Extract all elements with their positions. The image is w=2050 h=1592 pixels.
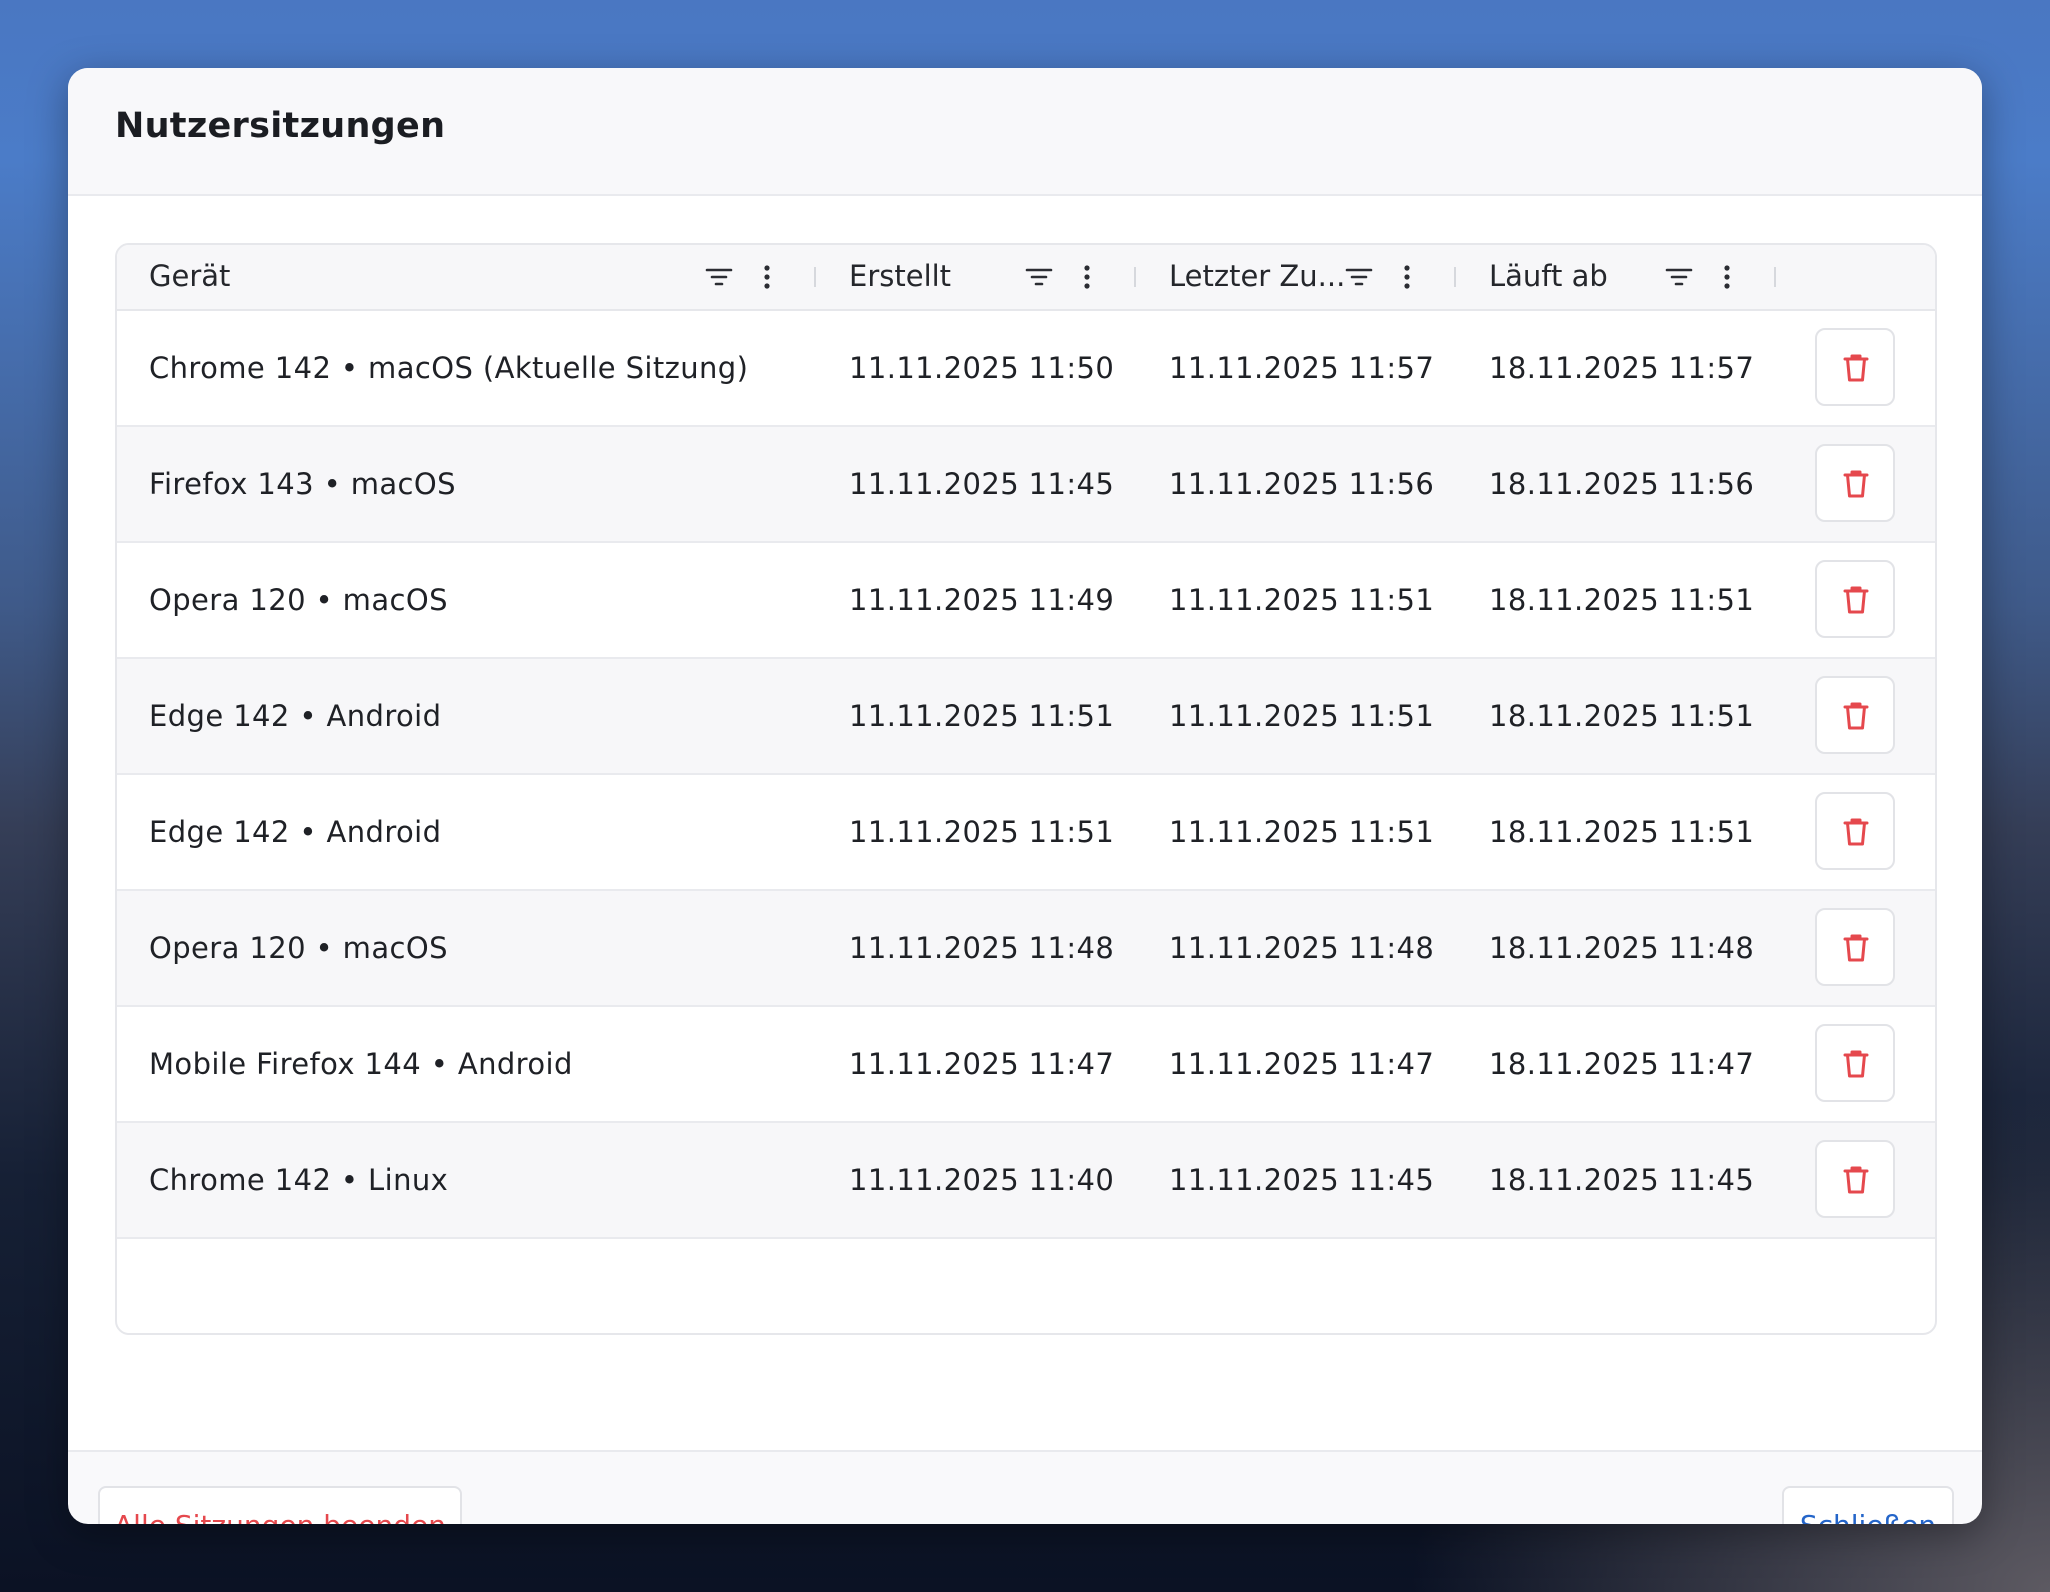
cell-device: Mobile Firefox 144 • Android [149,1047,573,1081]
close-button[interactable]: Schließen [1782,1486,1954,1524]
dialog-header: Nutzersitzungen [68,68,1982,196]
more-vertical-icon[interactable] [751,261,783,293]
cell-expires: 18.11.2025 11:51 [1489,583,1755,617]
cell-created: 11.11.2025 11:49 [849,583,1115,617]
cell-created: 11.11.2025 11:47 [849,1047,1115,1081]
more-vertical-icon[interactable] [1391,261,1423,293]
column-header-label: Erstellt [849,259,952,293]
delete-session-button[interactable] [1815,444,1895,522]
cell-created: 11.11.2025 11:40 [849,1163,1115,1197]
column-header-label: Letzter Zu... [1169,259,1346,293]
table-row: Chrome 142 • macOS (Aktuelle Sitzung) 11… [117,311,1935,427]
delete-session-button[interactable] [1815,560,1895,638]
cell-created: 11.11.2025 11:51 [849,699,1115,733]
delete-session-button[interactable] [1815,792,1895,870]
cell-device: Opera 120 • macOS [149,931,448,965]
cell-last-access: 11.11.2025 11:48 [1169,931,1435,965]
cell-expires: 18.11.2025 11:45 [1489,1163,1755,1197]
column-resize-handle[interactable] [814,267,816,287]
delete-session-button[interactable] [1815,1140,1895,1218]
trash-icon [1843,470,1869,498]
trash-icon [1843,934,1869,962]
cell-created: 11.11.2025 11:45 [849,467,1115,501]
cell-expires: 18.11.2025 11:56 [1489,467,1755,501]
sessions-dialog: Nutzersitzungen Gerät Erstellt Letzter Z… [68,68,1982,1524]
column-resize-handle[interactable] [1454,267,1456,287]
column-header-created[interactable]: Erstellt [817,245,1137,309]
cell-device: Edge 142 • Android [149,815,442,849]
trash-icon [1843,354,1869,382]
cell-expires: 18.11.2025 11:51 [1489,815,1755,849]
dialog-footer: Alle Sitzungen beenden Schließen [68,1452,1982,1524]
table-row: Firefox 143 • macOS 11.11.2025 11:45 11.… [117,427,1935,543]
cell-device: Opera 120 • macOS [149,583,448,617]
table-row: Chrome 142 • Linux 11.11.2025 11:40 11.1… [117,1123,1935,1239]
more-vertical-icon[interactable] [1711,261,1743,293]
column-resize-handle[interactable] [1134,267,1136,287]
table-row: Edge 142 • Android 11.11.2025 11:51 11.1… [117,775,1935,891]
more-vertical-icon[interactable] [1071,261,1103,293]
cell-device: Firefox 143 • macOS [149,467,456,501]
filter-icon[interactable] [1023,261,1055,293]
dialog-body: Gerät Erstellt Letzter Zu... Läuft ab Ch… [68,196,1982,1452]
column-header-label: Gerät [149,259,231,293]
cell-device: Chrome 142 • Linux [149,1163,449,1197]
cell-created: 11.11.2025 11:48 [849,931,1115,965]
cell-last-access: 11.11.2025 11:51 [1169,815,1435,849]
end-all-sessions-button[interactable]: Alle Sitzungen beenden [98,1486,462,1524]
cell-expires: 18.11.2025 11:48 [1489,931,1755,965]
cell-expires: 18.11.2025 11:47 [1489,1047,1755,1081]
cell-last-access: 11.11.2025 11:57 [1169,351,1435,385]
trash-icon [1843,586,1869,614]
cell-expires: 18.11.2025 11:57 [1489,351,1755,385]
sessions-table: Gerät Erstellt Letzter Zu... Läuft ab Ch… [115,243,1937,1335]
trash-icon [1843,702,1869,730]
table-row: Edge 142 • Android 11.11.2025 11:51 11.1… [117,659,1935,775]
trash-icon [1843,1166,1869,1194]
cell-last-access: 11.11.2025 11:51 [1169,583,1435,617]
column-header-last-access[interactable]: Letzter Zu... [1137,245,1457,309]
filter-icon[interactable] [1343,261,1375,293]
trash-icon [1843,818,1869,846]
delete-session-button[interactable] [1815,676,1895,754]
table-row: Opera 120 • macOS 11.11.2025 11:49 11.11… [117,543,1935,659]
cell-created: 11.11.2025 11:51 [849,815,1115,849]
column-header-expires[interactable]: Läuft ab [1457,245,1777,309]
cell-device: Chrome 142 • macOS (Aktuelle Sitzung) [149,351,749,385]
column-resize-handle[interactable] [1774,267,1776,287]
table-header: Gerät Erstellt Letzter Zu... Läuft ab [117,245,1935,311]
dialog-title: Nutzersitzungen [115,106,446,146]
cell-device: Edge 142 • Android [149,699,442,733]
cell-last-access: 11.11.2025 11:47 [1169,1047,1435,1081]
table-row: Opera 120 • macOS 11.11.2025 11:48 11.11… [117,891,1935,1007]
column-header-device[interactable]: Gerät [117,245,817,309]
delete-session-button[interactable] [1815,908,1895,986]
cell-created: 11.11.2025 11:50 [849,351,1115,385]
cell-expires: 18.11.2025 11:51 [1489,699,1755,733]
column-header-label: Läuft ab [1489,259,1608,293]
filter-icon[interactable] [703,261,735,293]
filter-icon[interactable] [1663,261,1695,293]
cell-last-access: 11.11.2025 11:56 [1169,467,1435,501]
delete-session-button[interactable] [1815,1024,1895,1102]
delete-session-button[interactable] [1815,328,1895,406]
cell-last-access: 11.11.2025 11:45 [1169,1163,1435,1197]
cell-last-access: 11.11.2025 11:51 [1169,699,1435,733]
trash-icon [1843,1050,1869,1078]
table-row: Mobile Firefox 144 • Android 11.11.2025 … [117,1007,1935,1123]
